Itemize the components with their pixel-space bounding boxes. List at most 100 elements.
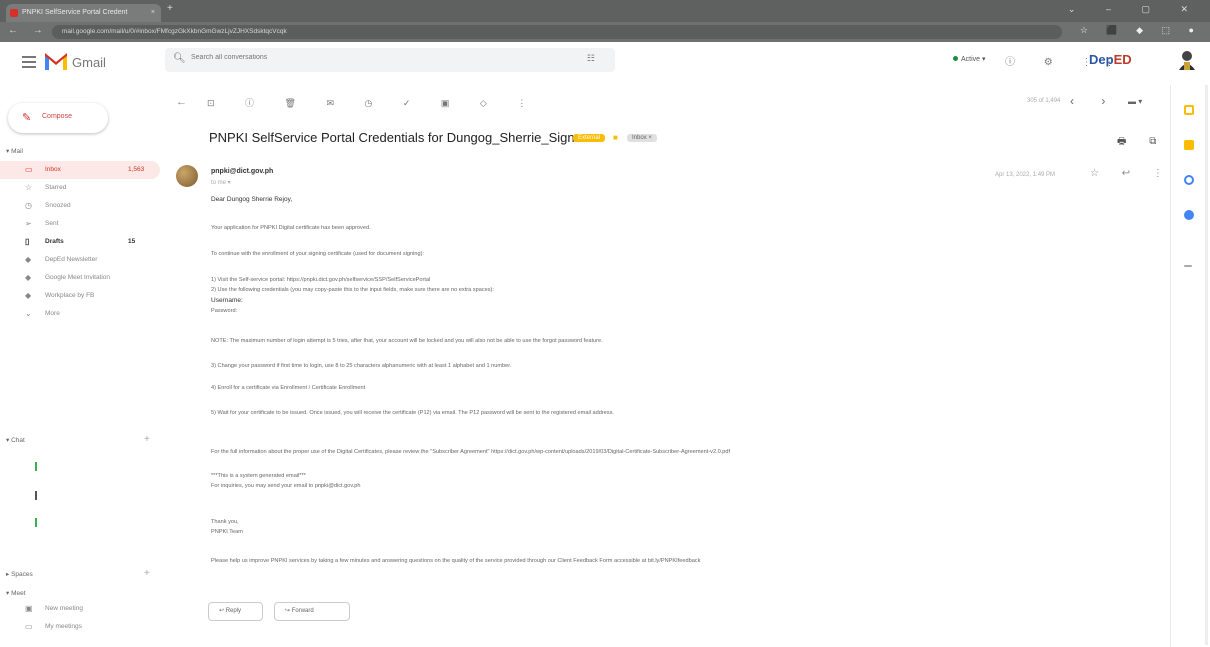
scrollbar[interactable] [1205,85,1208,645]
sidebar-item-drafts[interactable]: ▯ Drafts 15 [0,233,160,251]
chat-section-label: Chat [11,437,25,444]
sidebar-item-sent[interactable]: ➢ Sent [0,215,160,233]
calendar-icon: ▭ [25,622,33,631]
mail-section-label: Mail [11,148,23,155]
chat-item[interactable] [35,491,37,500]
sidebar-item-label: New meeting [45,605,83,612]
gmail-brand: Gmail [72,55,106,70]
meet-section-label: Meet [11,590,26,597]
back-arrow-icon[interactable]: ← [176,96,187,108]
search-input[interactable] [191,54,571,61]
body-line-feedback[interactable]: Please help us improve PNPKI services by… [211,558,700,564]
keep-icon[interactable] [1184,105,1194,115]
label-icon: ◆ [25,255,32,264]
org-logo: DepED [1089,52,1132,67]
pager-text: 305 of 1,494 [1027,98,1061,104]
chat-item[interactable] [35,462,37,471]
browser-toolbar: ← → ↻ mail.google.com/mail/u/0/#inbox/FM… [0,22,1210,42]
input-tools-icon[interactable]: ▬ ▾ [1128,97,1142,106]
body-line: 5) Wait for your certificate to be issue… [211,410,614,416]
add-space-icon[interactable]: + [144,568,150,579]
body-line-note: NOTE: The maximum number of login attemp… [211,338,603,344]
search-options-icon[interactable]: ☷ [587,53,595,64]
add-chat-icon[interactable]: + [144,434,150,445]
sidebar-item-deped-newsletter[interactable]: ◆ DepEd Newsletter [0,251,160,269]
extension-icons[interactable]: ☆ ⬛ ◆ ⬚ ● [1080,25,1202,36]
compose-button[interactable]: ✎ Compose [8,103,108,133]
status-label: Active [961,56,981,63]
body-line-portal-link[interactable]: 1) Visit the Self-service portal: https:… [211,277,430,283]
chat-item[interactable] [35,518,37,527]
search-bar: 🔍︎ ☷ [165,48,615,72]
body-line: 4) Enroll for a certificate via Enrollme… [211,385,366,391]
calendar-addon-icon[interactable] [1184,175,1194,185]
inbox-label-chip[interactable]: Inbox × [627,134,657,142]
status-dot-icon [953,56,958,61]
password-line: Password: [211,308,238,314]
body-line-email-link[interactable]: For inquiries, you may send your email t… [211,483,361,489]
body-line: Dear Dungog Sherrie Rejoy, [211,196,293,203]
window-controls[interactable]: ⌄ – ▢ ✕ [1068,4,1202,15]
sidebar-item-snoozed[interactable]: ◷ Snoozed [0,197,160,215]
meet-section-header[interactable]: ▾ Meet [6,589,26,597]
sidebar-item-label: More [45,310,60,317]
contacts-icon[interactable] [1184,210,1194,220]
new-tab-button[interactable]: + [167,3,173,14]
sidebar-item-label: Drafts [45,238,64,245]
sidebar-item-label: DepEd Newsletter [45,256,98,263]
file-icon: ▯ [25,237,30,246]
sidebar-item-my-meetings[interactable]: ▭ My meetings [0,618,160,636]
org-logo-a: Dep [1089,52,1114,67]
send-icon: ➢ [25,219,32,228]
browser-tab[interactable]: PNPKI SelfService Portal Credent × [6,4,161,22]
address-bar[interactable]: mail.google.com/mail/u/0/#inbox/FMfcgzGk… [52,25,1062,39]
label-icon: ◆ [25,291,32,300]
clock-icon: ◷ [25,201,32,210]
sidebar-item-count: 1,563 [128,166,145,173]
main-menu-icon[interactable] [22,56,36,71]
tab-close-icon[interactable]: × [151,4,155,22]
sender-email[interactable]: pnpki@dict.gov.ph [211,168,273,175]
message-action-icons[interactable]: ☆ ↩ ⋮ [1090,168,1173,179]
add-addon-icon[interactable] [1184,265,1192,267]
inbox-icon: ▭ [25,165,33,174]
body-line-agreement-link[interactable]: For the full information about the prope… [211,449,730,455]
chat-section-header[interactable]: ▾ Chat + [6,434,150,445]
sidebar-item-label: Sent [45,220,59,227]
username-line: Username: [211,297,243,304]
tasks-icon[interactable] [1184,140,1194,150]
sidebar-item-more[interactable]: ⌄ More [0,305,160,323]
sidebar-item-label: Snoozed [45,202,71,209]
spaces-section-label: Spaces [11,571,33,578]
importance-icon[interactable]: ■ [613,133,618,142]
sidebar-item-google-meet-invitation[interactable]: ◆ Google Meet Invitation [0,269,160,287]
forward-button[interactable]: ↪ Forward [274,602,350,621]
body-line: 3) Change your password if first time to… [211,363,512,369]
reply-button[interactable]: ↩ Reply [208,602,263,621]
message-date: Apr 13, 2022, 1:49 PM [995,172,1056,178]
gmail-favicon-icon [10,9,18,17]
tab-title: PNPKI SelfService Portal Credent [22,9,128,16]
sidebar-item-new-meeting[interactable]: ▣ New meeting [0,600,160,618]
org-logo-b: ED [1113,52,1132,67]
video-icon: ▣ [25,604,33,613]
star-icon: ☆ [25,183,33,192]
status-selector[interactable]: Active ▾ [953,55,986,63]
body-line: PNPKI Team [211,529,243,535]
gmail-logo-icon [45,53,67,70]
external-badge: External [573,134,606,142]
recipient-toggle[interactable]: to me ▾ [211,179,231,186]
sidebar-item-starred[interactable]: ☆ Starred [0,179,160,197]
message-actions[interactable]: ⊡ ⓘ 🗑︎ ✉ ◷ ✓ ▣ ◇ ⋮ [207,96,540,109]
sidebar-item-inbox[interactable]: ▭ Inbox 1,563 [0,161,160,179]
sidebar-item-label: My meetings [45,623,82,630]
body-line: ***This is a system generated email*** [211,473,306,479]
spaces-section-header[interactable]: ▸ Spaces + [6,568,150,579]
search-icon[interactable]: 🔍︎ [173,53,186,64]
pager-nav-icons[interactable]: ‹ › [1070,94,1117,108]
mail-section-header[interactable]: ▾ Mail [6,147,23,155]
account-avatar[interactable] [1178,50,1196,70]
print-open-icons[interactable]: 🖶︎ ⧉ [1117,134,1166,151]
sidebar-item-workplace[interactable]: ◆ Workplace by FB [0,287,160,305]
message-subject: PNPKI SelfService Portal Credentials for… [209,130,575,145]
